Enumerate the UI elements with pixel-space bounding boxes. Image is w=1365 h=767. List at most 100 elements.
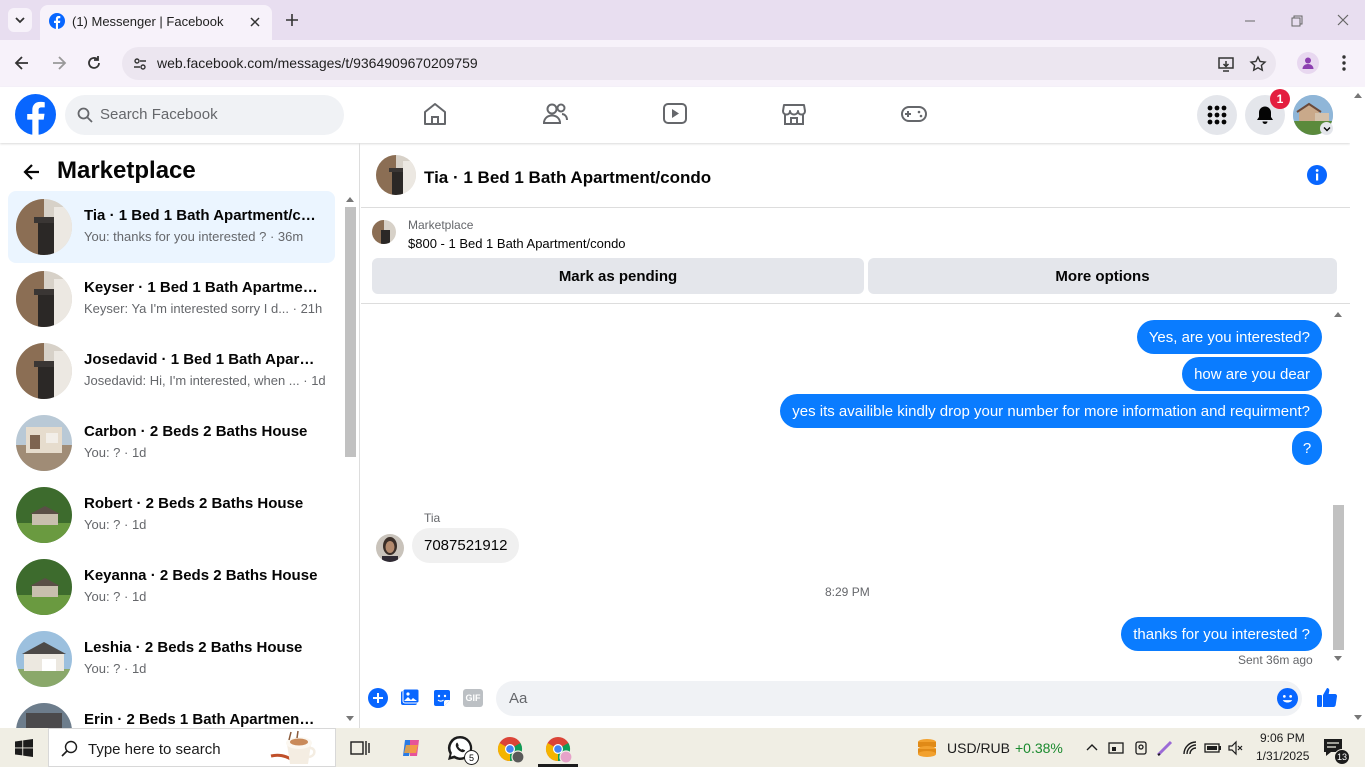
facebook-favicon-icon — [49, 13, 65, 29]
chevron-up-icon[interactable] — [1086, 742, 1098, 752]
conversation-title: Josedavid · 1 Bed 1 Bath Apartm... — [84, 351, 319, 368]
outgoing-message[interactable]: ? — [1292, 431, 1322, 465]
gaming-icon[interactable] — [900, 100, 928, 128]
conversation-preview: Keyser: Ya I'm interested sorry I d... ·… — [84, 301, 323, 316]
reload-icon[interactable] — [85, 54, 103, 72]
scroll-down-arrow-icon[interactable] — [1334, 656, 1342, 662]
camera-tray-icon[interactable] — [1133, 740, 1149, 756]
bell-icon — [1257, 106, 1273, 124]
home-icon[interactable] — [421, 100, 449, 128]
conversation-preview: You: ? · 1d — [84, 517, 147, 532]
marketplace-icon[interactable] — [780, 100, 808, 128]
restore-icon[interactable] — [1290, 14, 1304, 28]
info-icon[interactable] — [1307, 165, 1327, 185]
battery-icon[interactable] — [1204, 740, 1222, 756]
conversation-item[interactable]: Carbon · 2 Beds 2 Baths House You: ? · 1… — [8, 407, 335, 479]
page-scrollbar[interactable] — [1350, 87, 1365, 728]
browser-tab[interactable]: (1) Messenger | Facebook — [40, 5, 272, 40]
menu-grid-button[interactable] — [1197, 95, 1237, 135]
message-input[interactable]: Aa — [496, 681, 1302, 716]
sent-status: Sent 36m ago — [1238, 653, 1313, 667]
outgoing-message[interactable]: yes its availible kindly drop your numbe… — [780, 394, 1322, 428]
taskbar-search-placeholder: Type here to search — [88, 741, 221, 758]
search-facebook-input[interactable]: Search Facebook — [65, 95, 344, 135]
gif-button[interactable]: GIF — [463, 689, 483, 707]
clock-time[interactable]: 9:06 PM — [1260, 731, 1305, 745]
whatsapp-taskbar-item[interactable]: 5 — [444, 733, 482, 765]
currency-pair[interactable]: USD/RUB — [947, 740, 1010, 756]
conversation-item[interactable]: Keyser · 1 Bed 1 Bath Apartment... Keyse… — [8, 263, 335, 335]
copilot-icon[interactable] — [400, 737, 422, 759]
emoji-icon[interactable] — [1277, 688, 1298, 709]
conversation-item[interactable]: Leshia · 2 Beds 2 Baths House You: ? · 1… — [8, 623, 335, 695]
video-icon[interactable] — [661, 100, 689, 128]
tray-app-icon[interactable] — [1108, 740, 1124, 756]
listing-title[interactable]: $800 - 1 Bed 1 Bath Apartment/condo — [408, 236, 626, 251]
network-icon[interactable] — [1182, 740, 1198, 756]
forward-arrow-icon[interactable] — [50, 54, 68, 72]
conversation-item[interactable]: Keyanna · 2 Beds 2 Baths House You: ? · … — [8, 551, 335, 623]
pen-tray-icon[interactable] — [1156, 739, 1174, 757]
conversation-item[interactable]: Erin · 2 Beds 1 Bath Apartment/... — [8, 695, 335, 728]
task-view-icon[interactable] — [350, 739, 370, 757]
bookmark-star-icon[interactable] — [1249, 55, 1267, 73]
conversation-title: Tia · 1 Bed 1 Bath Apartment/co... — [84, 207, 319, 224]
more-options-button[interactable]: More options — [868, 258, 1337, 294]
install-app-icon[interactable] — [1217, 55, 1235, 73]
listing-thumbnail — [16, 559, 72, 615]
like-thumb-icon[interactable] — [1316, 686, 1338, 708]
account-dropdown-chevron[interactable] — [1320, 122, 1333, 135]
scrollbar-thumb[interactable] — [345, 207, 356, 457]
taskbar-search-box[interactable]: Type here to search — [48, 728, 336, 767]
currency-change: +0.38% — [1015, 740, 1063, 756]
minimize-icon[interactable] — [1243, 14, 1257, 28]
sticker-icon[interactable] — [432, 688, 452, 708]
close-tab-icon[interactable] — [248, 15, 262, 29]
outgoing-message[interactable]: how are you dear — [1182, 357, 1322, 391]
conversation-item[interactable]: Robert · 2 Beds 2 Baths House You: ? · 1… — [8, 479, 335, 551]
volume-muted-icon[interactable] — [1228, 740, 1244, 756]
scroll-up-arrow-icon[interactable] — [346, 196, 354, 202]
facebook-logo-icon[interactable] — [15, 94, 56, 135]
conversation-item[interactable]: Tia · 1 Bed 1 Bath Apartment/co... You: … — [8, 191, 335, 263]
chat-title[interactable]: Tia · 1 Bed 1 Bath Apartment/condo — [424, 168, 711, 188]
address-bar[interactable]: web.facebook.com/messages/t/936490967020… — [122, 47, 1276, 80]
chat-avatar[interactable] — [376, 155, 416, 195]
scroll-down-arrow-icon[interactable] — [346, 716, 354, 722]
incoming-message[interactable]: 7087521912 — [412, 528, 520, 563]
plus-circle-icon[interactable] — [368, 688, 388, 708]
site-info-icon[interactable] — [132, 56, 148, 72]
conversation-list-scrollbar[interactable] — [343, 193, 357, 728]
back-arrow-icon[interactable] — [22, 162, 42, 182]
chrome-profile-icon[interactable] — [497, 736, 525, 764]
clock-date[interactable]: 1/31/2025 — [1256, 749, 1309, 763]
conversation-title: Keyanna · 2 Beds 2 Baths House — [84, 567, 318, 584]
scrollbar-thumb[interactable] — [1333, 505, 1344, 650]
sender-avatar[interactable] — [376, 534, 404, 562]
sender-name: Tia — [424, 511, 441, 525]
chrome-active-icon[interactable] — [545, 736, 573, 764]
conversation-title: Robert · 2 Beds 2 Baths House — [84, 495, 304, 512]
menu-kebab-icon[interactable] — [1336, 54, 1352, 72]
new-tab-icon[interactable] — [284, 12, 300, 28]
photo-icon[interactable] — [400, 688, 420, 708]
windows-start-icon[interactable] — [15, 739, 33, 757]
mark-as-pending-button[interactable]: Mark as pending — [372, 258, 864, 294]
panel-title: Marketplace — [57, 157, 196, 184]
listing-thumbnail[interactable] — [372, 220, 396, 244]
outgoing-message[interactable]: thanks for you interested ? — [1121, 617, 1322, 651]
conversation-preview: You: ? · 1d — [84, 445, 147, 460]
tab-search-button[interactable] — [8, 8, 32, 32]
close-window-icon[interactable] — [1336, 13, 1350, 27]
messages-scrollbar[interactable] — [1330, 307, 1346, 668]
profile-avatar[interactable] — [1297, 52, 1319, 74]
outgoing-message[interactable]: Yes, are you interested? — [1136, 320, 1322, 354]
back-arrow-icon[interactable] — [13, 54, 31, 72]
scroll-up-arrow-icon[interactable] — [1334, 311, 1342, 317]
scroll-up-arrow-icon[interactable] — [1354, 92, 1362, 98]
scroll-down-arrow-icon[interactable] — [1354, 715, 1362, 721]
tab-title: (1) Messenger | Facebook — [72, 14, 224, 29]
message-input-placeholder: Aa — [509, 690, 528, 707]
conversation-item[interactable]: Josedavid · 1 Bed 1 Bath Apartm... Josed… — [8, 335, 335, 407]
friends-icon[interactable] — [541, 100, 569, 128]
